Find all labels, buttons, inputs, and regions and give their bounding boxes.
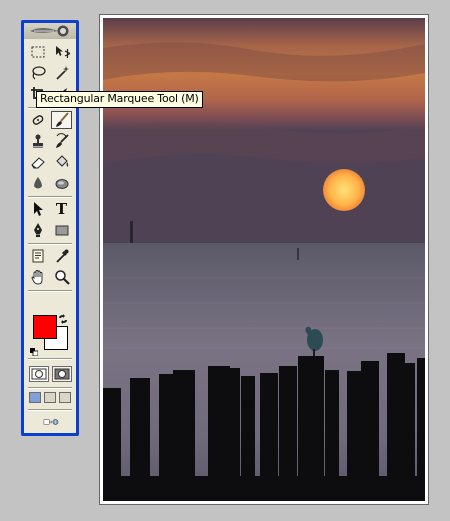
toolbox-panel: T	[24, 23, 76, 433]
full-screen-menu-mode-button[interactable]	[44, 392, 56, 403]
clone-stamp-icon	[32, 134, 43, 148]
history-brush-icon	[55, 133, 69, 148]
zoom-tool[interactable]	[51, 268, 72, 286]
healing-brush-tool[interactable]	[27, 111, 48, 129]
healing-brush-icon	[32, 115, 43, 125]
default-colors-icon[interactable]	[30, 343, 39, 357]
brush-icon	[55, 112, 69, 127]
type-icon: T	[55, 200, 68, 218]
eyedropper-tool[interactable]	[51, 247, 72, 265]
eraser-tool[interactable]	[27, 153, 48, 171]
toolbox-separator	[28, 358, 72, 360]
dodge-icon	[55, 179, 68, 189]
blur-tool[interactable]	[27, 174, 48, 192]
quick-mask-mode-button[interactable]	[52, 366, 72, 382]
sun	[323, 169, 365, 211]
imageready-jump-icon	[43, 419, 59, 425]
move-icon	[55, 46, 70, 58]
blur-icon	[33, 177, 42, 189]
history-brush-tool[interactable]	[51, 132, 72, 150]
adobe-feather-logo-icon	[30, 25, 69, 37]
rectangle-shape-tool[interactable]	[51, 221, 72, 239]
rectangle-shape-icon	[55, 225, 68, 236]
toolbox-separator	[28, 409, 72, 411]
eyedropper-icon	[55, 249, 68, 263]
dodge-tool[interactable]	[51, 174, 72, 192]
notes-icon	[32, 249, 43, 263]
hand-icon	[31, 270, 42, 285]
toolbox-separator	[28, 290, 72, 292]
notes-tool[interactable]	[27, 247, 48, 265]
swap-colors-icon[interactable]	[58, 311, 68, 324]
rectangular-marquee-tool[interactable]	[27, 43, 48, 61]
brush-tool[interactable]	[51, 111, 72, 129]
foreground-color-swatch[interactable]	[33, 315, 57, 339]
toolbox-separator	[28, 196, 72, 198]
jump-to-imageready-button[interactable]	[32, 413, 70, 431]
lasso-icon	[31, 66, 46, 80]
paint-bucket-icon	[55, 155, 68, 167]
marquee-icon	[31, 46, 44, 58]
tooltip: Rectangular Marquee Tool (M)	[36, 91, 203, 108]
lasso-tool[interactable]	[27, 64, 48, 82]
pen-icon	[33, 223, 42, 237]
full-screen-mode-button[interactable]	[59, 392, 71, 403]
standard-screen-mode-button[interactable]	[29, 392, 41, 403]
quick-mask-mode-icon	[54, 368, 70, 380]
magic-wand-tool[interactable]	[51, 64, 72, 82]
clone-stamp-tool[interactable]	[27, 132, 48, 150]
toolbox: T	[21, 20, 79, 436]
hand-tool[interactable]	[27, 268, 48, 286]
toolbox-header[interactable]	[24, 23, 76, 39]
standard-mode-icon	[31, 368, 47, 380]
zoom-icon	[54, 270, 70, 285]
pen-tool[interactable]	[27, 221, 48, 239]
move-tool[interactable]	[51, 43, 72, 61]
path-selection-icon	[33, 202, 43, 216]
type-tool[interactable]: T	[51, 200, 72, 218]
toolbox-separator	[28, 387, 72, 389]
toolbox-separator	[28, 243, 72, 245]
path-selection-tool[interactable]	[27, 200, 48, 218]
magic-wand-icon	[55, 66, 69, 80]
eraser-icon	[30, 157, 45, 169]
standard-mode-button[interactable]	[29, 366, 49, 382]
paint-bucket-tool[interactable]	[51, 153, 72, 171]
